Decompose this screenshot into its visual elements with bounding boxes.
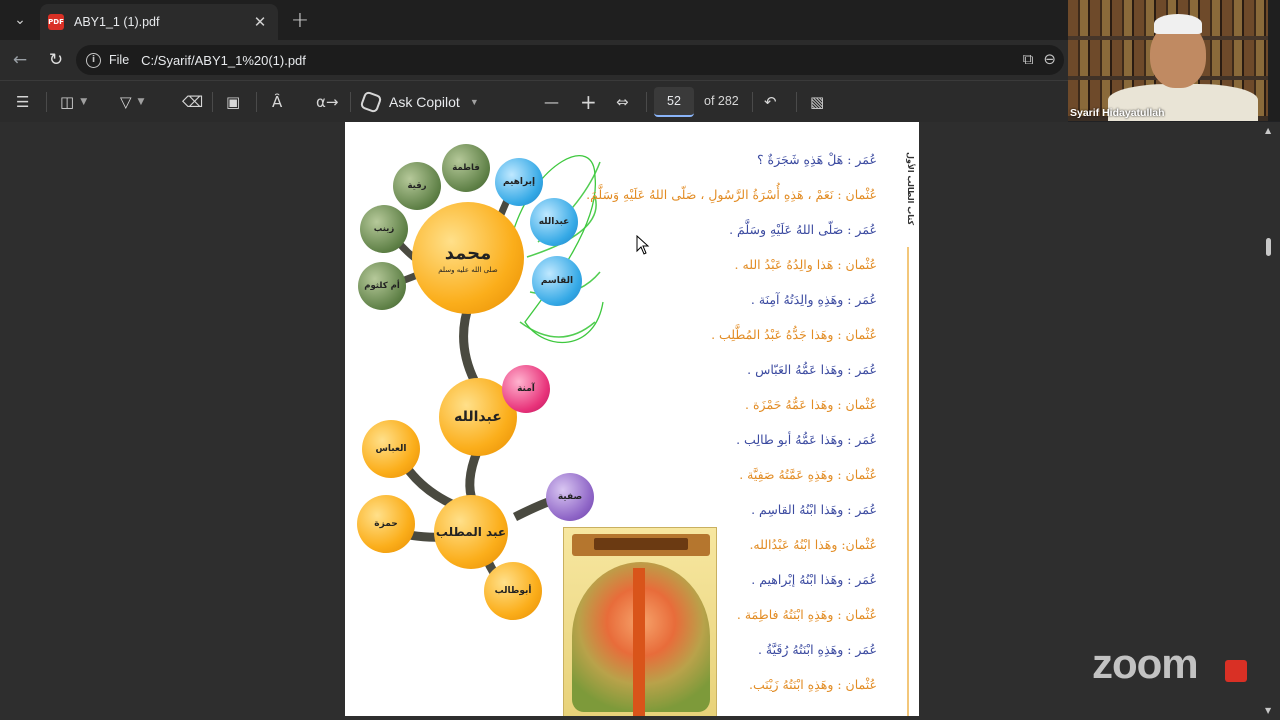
navigation-bar: ← ↻ i File C:/Syarif/ABY1_1%20(1).pdf ⧉ … [0,40,1068,80]
bubble-amina: آمنة [502,365,550,413]
new-tab-plus-icon[interactable]: + [288,8,312,33]
fit-page-icon[interactable]: ⇔ [616,90,629,114]
dialogue-line: عُمَر : وهَذِهِ والِدَتُهُ آمِنَة . [750,292,877,307]
bubble-abdullah-son: عبدالله [530,198,578,246]
dialogue-line: عُثْمان : وهَذا عَمُّهُ حَمْزَة . [745,397,877,412]
toolbar-divider [46,92,47,112]
zoom-logo-watermark: zoom [1092,640,1199,687]
ask-copilot-label: Ask Copilot [389,94,460,110]
dialogue-line: عُثْمان : وهَذِهِ عَمَّتُهُ صَفِيَّة . [739,467,877,482]
chevron-down-icon[interactable]: ▼ [138,97,145,107]
address-bar[interactable]: i File C:/Syarif/ABY1_1%20(1).pdf ⧉ ⊖ [76,45,1064,75]
eraser-icon[interactable]: ⌫ [182,90,203,114]
rotate-icon[interactable]: ↶ [764,90,777,114]
toolbar-divider [752,92,753,112]
bubble-abdul-muttalib: عبد المطلب [434,495,508,569]
participant-name: Syarif Hidayatullah [1070,107,1165,119]
zoom-magnifier-icon[interactable]: ⊖ [1043,50,1056,68]
zoom-in-plus-icon[interactable]: + [580,90,597,114]
read-aloud-icon[interactable]: Ȃ [272,90,282,114]
pdf-icon: PDF [48,14,64,30]
bubble-hamza: حمزة [357,495,415,553]
tab-search-chevron-icon[interactable]: ⌄ [6,6,34,34]
dialogue-line: عُمَر : وهَذا ابْنُهُ القاسِم . [751,502,877,517]
dialogue-line: عُمَر : صَلّى اللهُ عَلَيْهِ وسَلَّمَ . [729,222,877,237]
bubble-safiyya: صفية [546,473,594,521]
info-icon[interactable]: i [86,52,101,68]
bubble-abbas: العباس [362,420,420,478]
bubble-abu-talib: أبوطالب [484,562,542,620]
draw-tool-icon[interactable]: ▽ ▼ [120,90,144,114]
reload-icon[interactable]: ↻ [44,48,68,72]
toolbar-divider [646,92,647,112]
highlight-tool-icon[interactable]: ◫ ▼ [60,90,87,114]
zoom-out-minus-icon[interactable]: — [544,90,559,114]
toolbar-divider [796,92,797,112]
scrollbar-thumb[interactable] [1266,238,1271,256]
pdf-viewer[interactable]: فاطمة رقية زينب أم كلثوم إبراهيم عبدالله… [0,122,1280,720]
dialogue-line: عُمَر : وهَذِهِ ابْنَتُهُ رُقَيَّةُ . [757,642,877,657]
webcam-video-tile: Syarif Hidayatullah [1068,0,1268,121]
bubble-qasim: القاسم [532,256,582,306]
toolbar-divider [256,92,257,112]
pdf-toolbar: ☰ ◫ ▼ ▽ ▼ ⌫ ▣ Ȃ α→ Ask Copilot ▼ — + ⇔ 52… [0,80,1068,122]
side-book-title: كتاب الطالب الأول [906,152,915,226]
chevron-down-icon[interactable]: ▼ [80,97,87,107]
bubble-zaynab: زينب [360,205,408,253]
page-number-input[interactable]: 52 [654,87,694,117]
recording-badge-icon [1225,660,1247,682]
center-honorific: صلى الله عليه وسلم [438,265,498,274]
ask-copilot-button[interactable]: Ask Copilot ▼ [359,90,479,114]
dialogue-line: عُثْمان : نَعَمْ ، هَذِهِ أُسْرَةُ الرَّ… [586,187,877,202]
dialogue-line: عُثْمان : وهَذِهِ ابْنَتُهُ فاطِمَة . [736,607,877,622]
bubble-muhammad: محمد صلى الله عليه وسلم [412,202,524,314]
address-url[interactable]: C:/Syarif/ABY1_1%20(1).pdf [141,53,306,68]
dialogue-line: عُمَر : وهَذا ابْنُهُ إبْراهيم . [751,572,877,587]
chevron-down-icon[interactable]: ▼ [470,97,479,107]
page-total-label: of 282 [704,94,739,108]
scroll-up-arrow-icon[interactable]: ▲ [1265,126,1271,135]
toolbar-divider [350,92,351,112]
copilot-sidebar-icon[interactable]: ⧉ [1023,50,1034,68]
tab-title: ABY1_1 (1).pdf [74,15,160,29]
dialogue-line: عُثْمان : وهَذِهِ ابْنَتُهُ زَيْنَب. [748,677,877,692]
back-arrow-icon[interactable]: ← [8,48,32,72]
family-tree-poster-image [563,527,717,716]
address-scheme: File [109,53,130,67]
page-side-strip: كتاب الطالب الأول [899,122,919,716]
translate-icon[interactable]: α→ [316,90,338,114]
vertical-scrollbar[interactable]: ▲ ▼ [1262,122,1274,720]
dialogue-line: عُمَر : هَلْ هَذِهِ شَجَرَةٌ ؟ [756,152,877,167]
dialogue-line: عُمَر : وهَذا عَمُّهُ أبو طالِب . [736,432,877,447]
add-text-icon[interactable]: ▣ [226,90,240,114]
pdf-page: فاطمة رقية زينب أم كلثوم إبراهيم عبدالله… [345,122,919,716]
browser-tab[interactable]: PDF ABY1_1 (1).pdf ✕ [40,4,278,40]
toolbar-divider [212,92,213,112]
scroll-down-arrow-icon[interactable]: ▼ [1265,706,1271,715]
center-name: محمد [444,242,492,264]
contents-list-icon[interactable]: ☰ [16,90,29,114]
bubble-umm-kulthum: أم كلثوم [358,262,406,310]
mouse-cursor-icon [636,235,650,255]
copilot-icon [359,90,383,114]
page-view-icon[interactable]: ▧ [810,90,824,114]
bubble-ruqayya: رقية [393,162,441,210]
close-tab-icon[interactable]: ✕ [248,10,272,34]
bubble-ibrahim: إبراهيم [495,158,543,206]
dialogue-line: عُثْمان : وهَذا جَدُّهُ عَبْدُ المُطَّلِ… [711,327,877,342]
dialogue-line: عُثْمان: وهَذا ابْنُهُ عَبْدُالله. [749,537,877,552]
dialogue-line: عُثْمان : هَذا والِدُهُ عَبْدُ الله . [734,257,877,272]
bubble-fatima: فاطمة [442,144,490,192]
dialogue-line: عُمَر : وهَذا عَمُّهُ العَبّاس . [747,362,877,377]
